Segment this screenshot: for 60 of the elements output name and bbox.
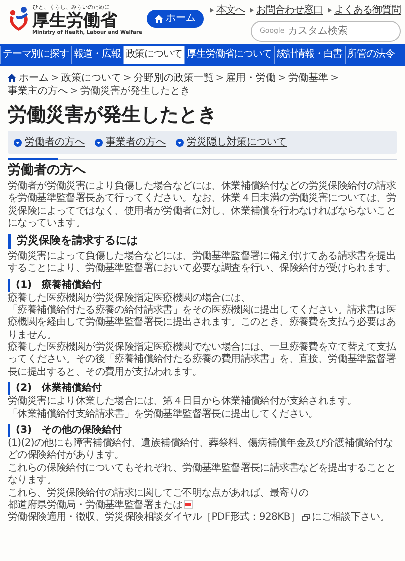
breadcrumb-separator: > <box>70 86 78 96</box>
paragraph: これらの保険給付についてもそれぞれ、労働基準監督署長に請求書などを提出することとなります。 <box>8 462 396 486</box>
breadcrumb-current: 労働災害が発生したとき <box>80 86 190 96</box>
paragraph: (1)(2)の他にも障害補償給付、遺族補償給付、葬祭料、傷病補償年金及び介護補償給付などの保険給付があります。 <box>8 438 394 462</box>
subsection-heading: その他の保険給付 <box>42 424 122 438</box>
nav-tab[interactable]: テーマ別に探す <box>0 46 71 64</box>
paragraph: 療養した医療機関が労災保険指定医療機関の場合には、 「療養補償給付たる療養の給付請求書」をその医療機関に提出してください。請求書は医療機関を経由して労働基準監督署長に提出されます。このとき、療養費を支払う必要はありません。 <box>8 292 396 341</box>
breadcrumb-separator: > <box>216 72 224 84</box>
nav-tab[interactable]: 所管の法令 <box>344 46 397 64</box>
anchor-link[interactable]: 労災隠し対策について <box>187 135 287 150</box>
down-circle-icon <box>95 138 103 147</box>
paragraph: 労働者が労働災害により負傷した場合などには、休業補償給付などの労災保険給付の請求を労働基準監督署長あて行ってください。なお、休業４日未満の労働災害については、労災保険によってではなく、使用者が労働者に対し、休業補償を行わなければならないことになっています。 <box>8 180 396 230</box>
nav-tab[interactable]: 統計情報・白書 <box>274 46 345 64</box>
paragraph: 労働災害によって負傷した場合などには、労働基準監督署に備え付けてある請求書を提出することにより、労働基準監督署において必要な調査を行い、保険給付が受けられます。 <box>8 250 396 274</box>
text-link[interactable]: 「療養補償給付たる療養の費用請求書」 <box>105 354 280 366</box>
subsection-heading: 休業補償給付 <box>42 382 102 396</box>
breadcrumb-separator: > <box>123 72 132 84</box>
nav-tab[interactable]: 政策について <box>122 46 184 64</box>
nav-tab[interactable]: 厚生労働省について <box>184 46 274 64</box>
subsection-heading: 療養補償給付 <box>42 278 102 292</box>
anchor-link[interactable]: 事業者の方へ <box>106 135 166 150</box>
heading-accent <box>8 158 58 160</box>
utility-link[interactable]: 本文へ <box>216 3 245 18</box>
utility-link[interactable]: よくある御質問 <box>334 3 401 18</box>
breadcrumb-separator: > <box>51 72 60 84</box>
home-icon <box>8 74 16 82</box>
breadcrumb-separator: > <box>278 72 287 84</box>
pdf-icon <box>184 500 193 509</box>
breadcrumb-link[interactable]: 労働基準 <box>288 72 329 84</box>
breadcrumb-link[interactable]: 雇用・労働 <box>226 72 276 84</box>
paragraph: これら、労災保険給付の請求に関してご不明な点があれば、最寄りの 都道府県労働局・労働基準監督署または 労働保険適用・徴収、労災保険相談ダイヤル［PDF形式：928KB］ にご相談下さい。 <box>8 488 390 524</box>
heading-number: (2) <box>16 382 32 396</box>
text-link[interactable]: 「療養補償給付たる療養の給付請求書」 <box>8 304 183 316</box>
logo-icon <box>8 6 30 32</box>
page-title: 労働災害が発生したとき <box>8 104 218 126</box>
subsection-heading: 労災保険を請求するには <box>8 234 397 249</box>
arrow-icon <box>328 8 332 13</box>
paragraph: 労働災害により休業した場合には、第４日目から休業補償給付が支給されます。 「休業補償給付支給請求書」を労働基準監督署長に提出してください。 <box>8 396 358 420</box>
home-button[interactable]: ホーム <box>147 10 204 28</box>
paragraph: 療養した医療機関が労災保険指定医療機関でない場合には、一旦療養費を立て替えて支払ってください。その後「療養補償給付たる療養の費用請求書」を、直接、労働基準監督署長に提出すると、その費用が支払われます。 <box>8 342 396 378</box>
text-link[interactable]: 都道府県労働局・労働基準監督署 <box>8 500 154 511</box>
text-link[interactable]: 「休業補償給付支給請求書」 <box>8 408 134 420</box>
breadcrumb-link[interactable]: 分野別の政策一覧 <box>134 72 214 84</box>
breadcrumb-link[interactable]: ホーム <box>19 72 49 84</box>
heading-number: (3) <box>16 424 32 438</box>
utility-link[interactable]: お問合わせ窓口 <box>256 3 323 18</box>
external-window-icon <box>302 514 310 522</box>
breadcrumb-link[interactable]: 事業主の方へ <box>8 86 68 96</box>
logo-text: 厚生労働省 <box>32 13 118 31</box>
section-heading: 労働者の方へ <box>8 163 86 178</box>
arrow-icon <box>210 8 214 13</box>
breadcrumb-separator: > <box>330 72 339 84</box>
pdf-link[interactable]: 労働保険適用・徴収、労災保険相談ダイヤル［PDF形式：928KB］ <box>8 512 300 524</box>
heading-number: (1) <box>16 278 32 292</box>
down-circle-icon <box>176 138 184 147</box>
arrow-icon <box>250 8 254 13</box>
home-icon <box>155 15 164 24</box>
down-circle-icon <box>14 138 22 147</box>
anchor-link[interactable]: 労働者の方へ <box>25 135 85 150</box>
breadcrumb-link[interactable]: 政策について <box>61 72 122 84</box>
